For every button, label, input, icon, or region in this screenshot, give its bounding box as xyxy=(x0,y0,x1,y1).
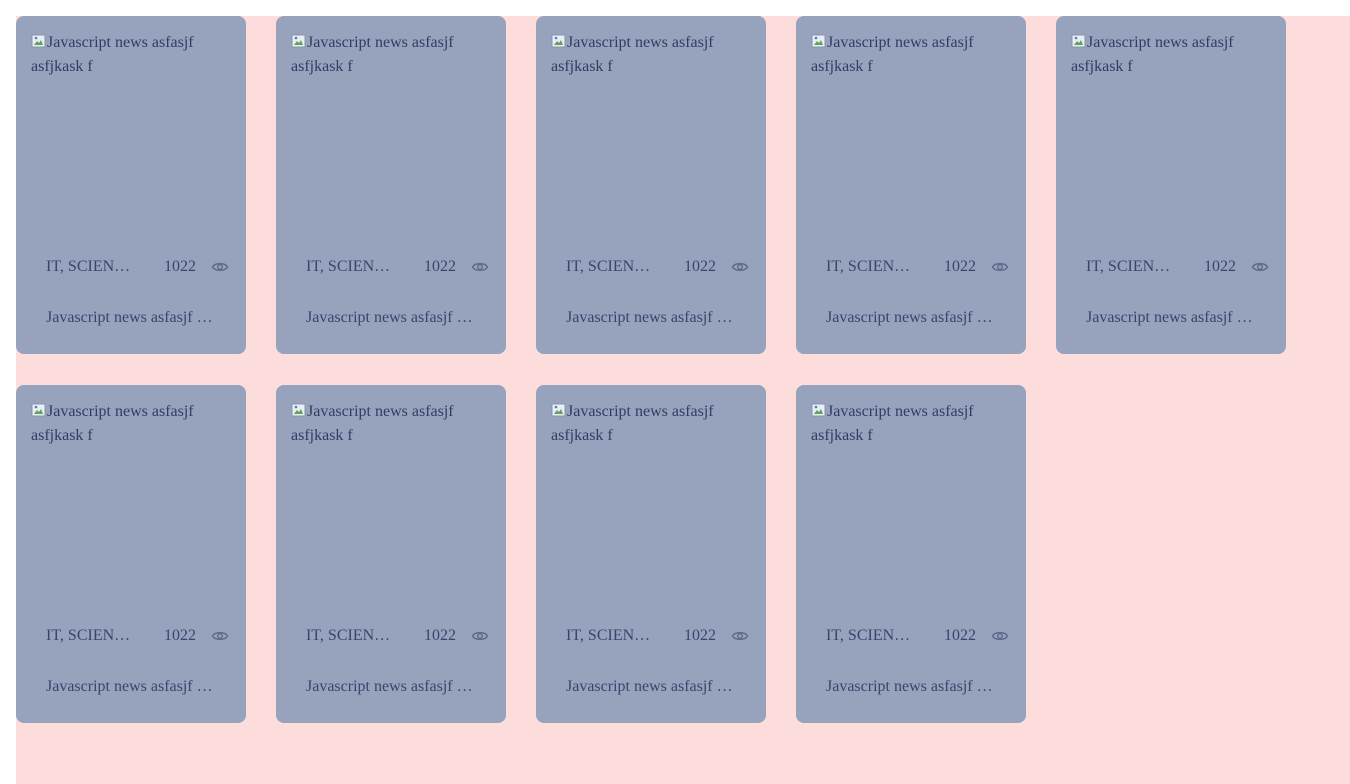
news-card[interactable]: Javascript news asfasjf asfjkask f IT, S… xyxy=(276,385,506,723)
card-meta: IT, SCIENCE 1022 xyxy=(306,255,492,279)
news-title[interactable]: Javascript news asfasjf asfjkask f xyxy=(826,675,996,699)
category-label[interactable]: IT, SCIENCE xyxy=(306,627,392,645)
broken-image-icon xyxy=(811,402,827,418)
news-grid: Javascript news asfasjf asfjkask f IT, S… xyxy=(16,16,1286,723)
news-card[interactable]: Javascript news asfasjf asfjkask f IT, S… xyxy=(536,16,766,354)
image-alt-text: Javascript news asfasjf asfjkask f xyxy=(291,34,454,75)
news-title[interactable]: Javascript news asfasjf asfjkask f xyxy=(306,675,476,699)
image-alt-text: Javascript news asfasjf asfjkask f xyxy=(551,403,714,444)
broken-image-icon xyxy=(551,402,567,418)
image-alt-text: Javascript news asfasjf asfjkask f xyxy=(31,34,194,75)
broken-image-icon xyxy=(291,33,307,49)
news-image[interactable]: Javascript news asfasjf asfjkask f xyxy=(291,31,491,231)
news-image[interactable]: Javascript news asfasjf asfjkask f xyxy=(811,400,1011,600)
eye-icon xyxy=(731,629,749,643)
view-count: 1022 xyxy=(164,627,196,644)
image-alt-text: Javascript news asfasjf asfjkask f xyxy=(291,403,454,444)
card-meta: IT, SCIENCE 1022 xyxy=(826,624,1012,648)
view-count: 1022 xyxy=(944,258,976,275)
view-count: 1022 xyxy=(424,627,456,644)
card-meta: IT, SCIENCE 1022 xyxy=(306,624,492,648)
image-alt-text: Javascript news asfasjf asfjkask f xyxy=(31,403,194,444)
category-label[interactable]: IT, SCIENCE xyxy=(826,258,912,276)
news-image[interactable]: Javascript news asfasjf asfjkask f xyxy=(551,31,751,231)
image-alt-text: Javascript news asfasjf asfjkask f xyxy=(811,34,974,75)
image-alt-text: Javascript news asfasjf asfjkask f xyxy=(811,403,974,444)
eye-icon xyxy=(211,629,229,643)
card-meta: IT, SCIENCE 1022 xyxy=(566,255,752,279)
news-card[interactable]: Javascript news asfasjf asfjkask f IT, S… xyxy=(536,385,766,723)
card-meta: IT, SCIENCE 1022 xyxy=(566,624,752,648)
news-card[interactable]: Javascript news asfasjf asfjkask f IT, S… xyxy=(1056,16,1286,354)
news-image[interactable]: Javascript news asfasjf asfjkask f xyxy=(31,31,231,231)
news-title[interactable]: Javascript news asfasjf asfjkask f xyxy=(46,306,216,330)
category-label[interactable]: IT, SCIENCE xyxy=(566,627,652,645)
eye-icon xyxy=(1251,260,1269,274)
news-image[interactable]: Javascript news asfasjf asfjkask f xyxy=(551,400,751,600)
category-label[interactable]: IT, SCIENCE xyxy=(826,627,912,645)
news-image[interactable]: Javascript news asfasjf asfjkask f xyxy=(31,400,231,600)
category-label[interactable]: IT, SCIENCE xyxy=(1086,258,1172,276)
view-count: 1022 xyxy=(944,627,976,644)
view-count: 1022 xyxy=(424,258,456,275)
eye-icon xyxy=(991,260,1009,274)
view-count: 1022 xyxy=(684,627,716,644)
eye-icon xyxy=(731,260,749,274)
eye-icon xyxy=(471,629,489,643)
broken-image-icon xyxy=(31,33,47,49)
broken-image-icon xyxy=(551,33,567,49)
news-title[interactable]: Javascript news asfasjf asfjkask f xyxy=(1086,306,1256,330)
broken-image-icon xyxy=(811,33,827,49)
news-title[interactable]: Javascript news asfasjf asfjkask f xyxy=(46,675,216,699)
eye-icon xyxy=(211,260,229,274)
image-alt-text: Javascript news asfasjf asfjkask f xyxy=(1071,34,1234,75)
category-label[interactable]: IT, SCIENCE xyxy=(46,258,132,276)
eye-icon xyxy=(471,260,489,274)
eye-icon xyxy=(991,629,1009,643)
card-meta: IT, SCIENCE 1022 xyxy=(46,255,232,279)
news-card[interactable]: Javascript news asfasjf asfjkask f IT, S… xyxy=(16,385,246,723)
news-image[interactable]: Javascript news asfasjf asfjkask f xyxy=(1071,31,1271,231)
card-meta: IT, SCIENCE 1022 xyxy=(46,624,232,648)
broken-image-icon xyxy=(31,402,47,418)
news-card[interactable]: Javascript news asfasjf asfjkask f IT, S… xyxy=(796,385,1026,723)
card-meta: IT, SCIENCE 1022 xyxy=(826,255,1012,279)
news-image[interactable]: Javascript news asfasjf asfjkask f xyxy=(291,400,491,600)
news-page: Javascript news asfasjf asfjkask f IT, S… xyxy=(16,16,1350,784)
view-count: 1022 xyxy=(164,258,196,275)
category-label[interactable]: IT, SCIENCE xyxy=(306,258,392,276)
news-title[interactable]: Javascript news asfasjf asfjkask f xyxy=(566,306,736,330)
card-meta: IT, SCIENCE 1022 xyxy=(1086,255,1272,279)
news-card[interactable]: Javascript news asfasjf asfjkask f IT, S… xyxy=(276,16,506,354)
news-title[interactable]: Javascript news asfasjf asfjkask f xyxy=(306,306,476,330)
news-card[interactable]: Javascript news asfasjf asfjkask f IT, S… xyxy=(796,16,1026,354)
category-label[interactable]: IT, SCIENCE xyxy=(566,258,652,276)
broken-image-icon xyxy=(1071,33,1087,49)
broken-image-icon xyxy=(291,402,307,418)
image-alt-text: Javascript news asfasjf asfjkask f xyxy=(551,34,714,75)
news-card[interactable]: Javascript news asfasjf asfjkask f IT, S… xyxy=(16,16,246,354)
category-label[interactable]: IT, SCIENCE xyxy=(46,627,132,645)
view-count: 1022 xyxy=(1204,258,1236,275)
news-title[interactable]: Javascript news asfasjf asfjkask f xyxy=(566,675,736,699)
news-title[interactable]: Javascript news asfasjf asfjkask f xyxy=(826,306,996,330)
news-image[interactable]: Javascript news asfasjf asfjkask f xyxy=(811,31,1011,231)
view-count: 1022 xyxy=(684,258,716,275)
